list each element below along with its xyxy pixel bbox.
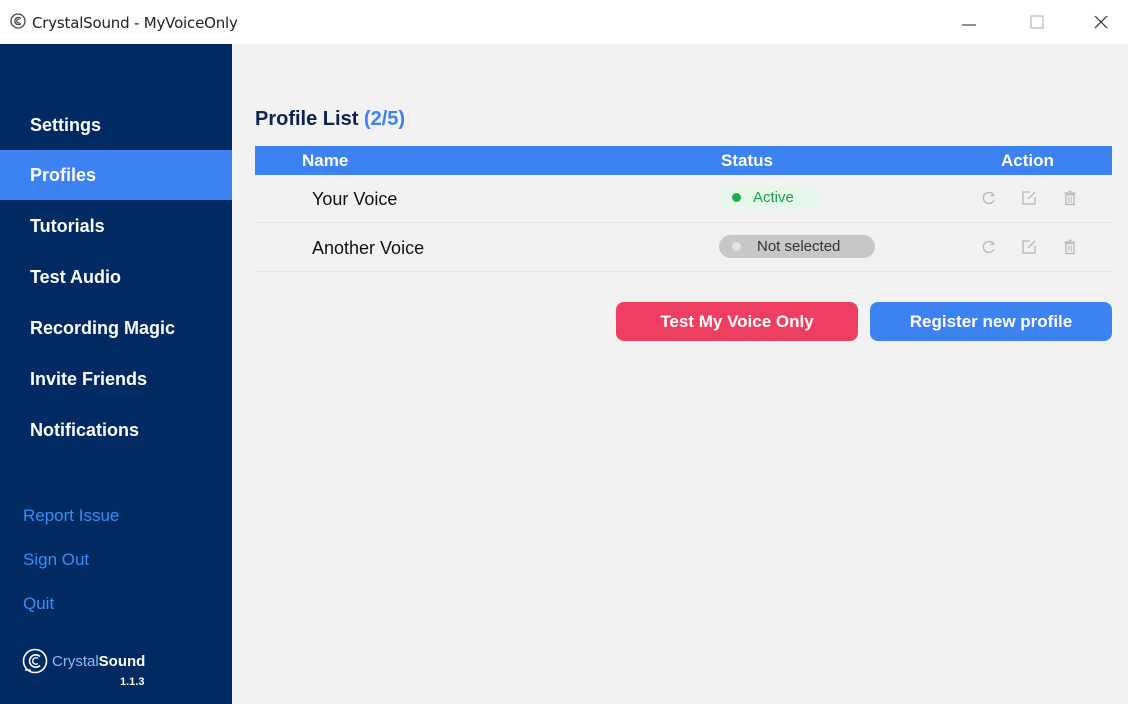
sidebar-item-invite-friends[interactable]: Invite Friends	[0, 354, 232, 404]
test-my-voice-only-button[interactable]: Test My Voice Only	[616, 302, 858, 341]
maximize-icon	[1030, 15, 1044, 29]
window-title: CrystalSound - MyVoiceOnly	[32, 14, 238, 32]
sidebar-item-label: Profiles	[30, 164, 97, 185]
main-content: Profile List (2/5) Name Status Action Yo…	[232, 44, 1128, 704]
brand-logo: CrystalSound 1.1.3	[22, 646, 182, 696]
column-header-status: Status	[721, 151, 773, 170]
sidebar-item-profiles[interactable]: Profiles	[0, 150, 232, 200]
refresh-icon[interactable]	[980, 189, 998, 207]
register-new-profile-button[interactable]: Register new profile	[870, 302, 1112, 341]
profile-name: Your Voice	[312, 189, 398, 209]
edit-icon[interactable]	[1020, 189, 1038, 207]
brand-name: CrystalSound	[52, 653, 146, 670]
sidebar-item-test-audio[interactable]: Test Audio	[0, 252, 232, 302]
page-title: Profile List (2/5)	[255, 108, 405, 131]
sidebar-item-label: Invite Friends	[30, 368, 148, 389]
sidebar-item-label: Settings	[30, 114, 102, 135]
sign-out-link[interactable]: Sign Out	[23, 550, 89, 570]
sidebar-item-label: Tutorials	[30, 215, 105, 236]
profile-count: (2/5)	[363, 108, 406, 130]
status-label: Active	[753, 189, 794, 206]
trash-icon[interactable]	[1061, 238, 1079, 256]
status-badge: Active	[719, 186, 819, 209]
sidebar-item-notifications[interactable]: Notifications	[0, 405, 232, 455]
app-version: 1.1.3	[120, 676, 145, 688]
sidebar-item-label: Recording Magic	[30, 317, 176, 338]
sidebar-item-tutorials[interactable]: Tutorials	[0, 201, 232, 251]
report-issue-link[interactable]: Report Issue	[23, 506, 119, 526]
sidebar-item-label: Notifications	[30, 419, 140, 440]
title-bar: CrystalSound - MyVoiceOnly	[0, 0, 1128, 44]
close-button[interactable]	[1078, 0, 1124, 44]
column-header-name: Name	[302, 151, 349, 170]
crystalsound-logo-icon	[22, 648, 48, 679]
quit-link[interactable]: Quit	[23, 594, 54, 614]
table-row: Your Voice Active	[255, 175, 1112, 223]
table-header: Name Status Action	[255, 146, 1112, 175]
profile-name: Another Voice	[312, 238, 425, 258]
status-dot-icon	[732, 193, 741, 202]
minimize-button[interactable]	[946, 0, 992, 44]
edit-icon[interactable]	[1020, 238, 1038, 256]
sidebar-item-recording-magic[interactable]: Recording Magic	[0, 303, 232, 353]
crystalsound-logo-icon	[10, 13, 26, 29]
close-icon	[1094, 15, 1108, 29]
sidebar-item-label: Test Audio	[30, 266, 121, 287]
status-label: Not selected	[757, 238, 841, 255]
refresh-icon[interactable]	[980, 238, 998, 256]
minimize-icon	[962, 24, 976, 26]
table-row: Another Voice Not selected	[255, 224, 1112, 272]
maximize-button[interactable]	[1014, 0, 1060, 44]
sidebar: Settings Profiles Tutorials Test Audio R…	[0, 44, 232, 704]
status-dot-icon	[732, 242, 741, 251]
trash-icon[interactable]	[1061, 189, 1079, 207]
status-badge: Not selected	[719, 235, 875, 258]
sidebar-item-settings[interactable]: Settings	[0, 100, 232, 150]
column-header-action: Action	[1001, 151, 1054, 170]
page-title-text: Profile List	[255, 108, 359, 130]
